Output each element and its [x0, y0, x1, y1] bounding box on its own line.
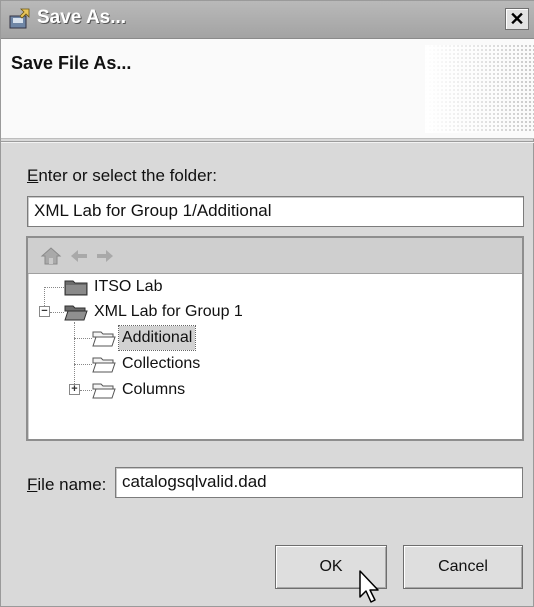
tree-connector — [74, 338, 92, 339]
tree-item-label: XML Lab for Group 1 — [94, 303, 243, 320]
header-banner: Save File As... — [1, 39, 534, 139]
tree-item-label: Collections — [122, 355, 201, 372]
folder-label-text: nter or select the folder: — [38, 166, 217, 185]
collapse-toggle[interactable]: − — [39, 306, 50, 317]
open-folder-icon — [64, 305, 88, 321]
tree-item-collections[interactable]: Collections — [92, 352, 252, 376]
banner-separator — [1, 141, 534, 143]
tree-connector — [80, 390, 92, 391]
tree-item-label: Additional — [117, 325, 197, 351]
back-arrow-icon[interactable] — [68, 245, 90, 267]
close-button[interactable]: ✕ — [505, 8, 529, 30]
file-name-input[interactable]: catalogsqlvalid.dad — [115, 467, 523, 498]
folder-label-mnemonic: E — [27, 166, 39, 185]
tree-connector — [74, 364, 92, 365]
tree-item-additional[interactable]: Additional — [92, 325, 232, 351]
open-folder-icon — [92, 331, 116, 347]
mouse-pointer-icon — [359, 570, 379, 603]
closed-folder-icon — [64, 280, 88, 296]
title-bar[interactable]: Save As... ✕ — [1, 1, 534, 39]
tree-connector — [50, 312, 64, 313]
save-as-icon — [9, 8, 30, 29]
expand-toggle[interactable]: + — [69, 384, 80, 395]
tree-item-columns[interactable]: Columns — [92, 378, 232, 402]
forward-arrow-icon[interactable] — [94, 245, 116, 267]
close-icon: ✕ — [509, 9, 525, 29]
tree-connector — [44, 287, 64, 288]
save-as-dialog: Save As... ✕ Save File As... Enter or se… — [0, 0, 534, 607]
folder-input[interactable]: XML Lab for Group 1/Additional — [27, 196, 524, 227]
cancel-button[interactable]: Cancel — [403, 545, 523, 589]
banner-title: Save File As... — [11, 53, 132, 73]
tree-item-label: ITSO Lab — [94, 278, 163, 295]
tree-item-label: Columns — [122, 381, 186, 398]
home-icon[interactable] — [40, 245, 62, 267]
tree-item-itso-lab[interactable]: ITSO Lab — [64, 275, 264, 299]
tree-connector — [74, 322, 75, 390]
folder-label: Enter or select the folder: — [27, 166, 217, 186]
file-name-label-text: ile name: — [37, 475, 107, 494]
open-folder-icon — [92, 383, 116, 399]
banner-decoration-icon — [425, 45, 534, 133]
open-folder-icon — [92, 357, 116, 373]
window-title: Save As... — [37, 7, 127, 28]
file-name-label: File name: — [27, 475, 106, 495]
tree-toolbar — [28, 238, 522, 274]
folder-tree[interactable]: ITSO Lab − XML Lab for Group 1 Additiona… — [26, 236, 524, 441]
file-name-label-mnemonic: F — [27, 475, 38, 494]
tree-item-xml-lab-for-group-1[interactable]: XML Lab for Group 1 — [64, 300, 324, 324]
